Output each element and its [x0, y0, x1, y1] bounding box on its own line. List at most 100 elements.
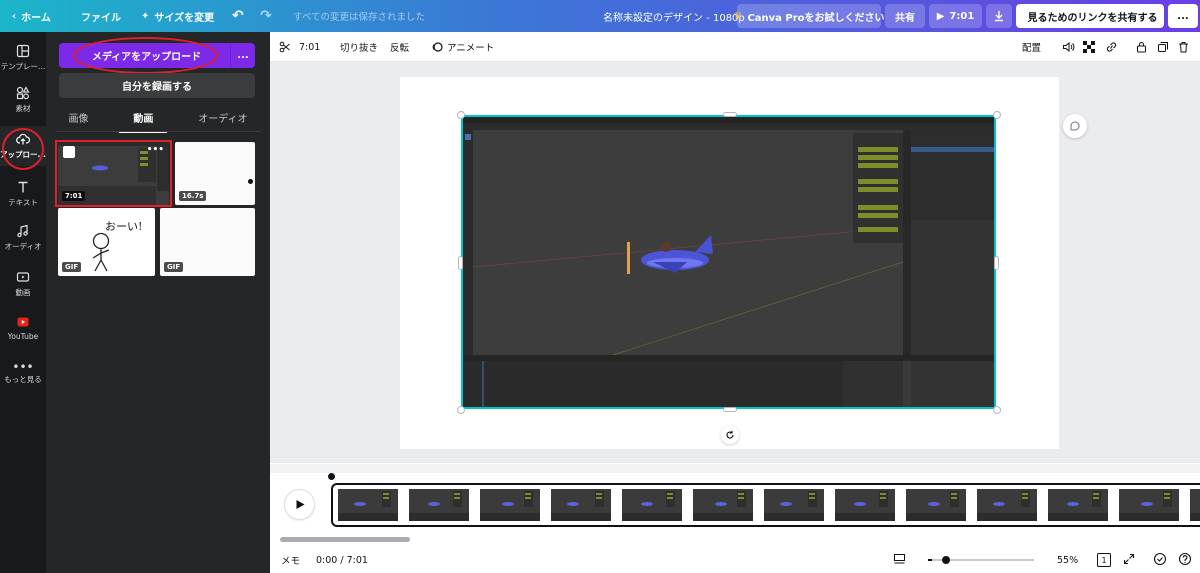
- layout-icon: [16, 44, 30, 58]
- page-count-button[interactable]: 1: [1097, 553, 1111, 567]
- canva-pro-trial-button[interactable]: ♛ Canva Proをお試しください: [733, 4, 885, 28]
- resize-handle[interactable]: [458, 256, 463, 270]
- text-icon: [18, 181, 28, 193]
- video-element[interactable]: [461, 115, 996, 409]
- position-button[interactable]: 配置: [1022, 32, 1041, 62]
- playback-time: 0:00 / 7:01: [316, 554, 368, 566]
- crown-icon: ♛: [733, 10, 743, 22]
- rotate-button[interactable]: [721, 426, 739, 444]
- flip-button[interactable]: 反転: [390, 32, 409, 62]
- playhead-marker[interactable]: [328, 473, 335, 480]
- home-label: ホーム: [21, 12, 51, 24]
- save-status: すべての変更は保存されました: [293, 12, 425, 23]
- trash-icon: [1179, 42, 1188, 53]
- zoom-slider[interactable]: [932, 556, 1034, 564]
- undo-button[interactable]: ↶: [224, 0, 252, 32]
- tab-videos[interactable]: 動画: [119, 105, 168, 133]
- sidebar-item-text[interactable]: テキスト: [0, 174, 46, 214]
- sidebar-item-youtube[interactable]: YouTube: [0, 308, 46, 348]
- timeline: [270, 462, 1200, 547]
- comment-button[interactable]: [1063, 114, 1087, 138]
- trim-button[interactable]: 7:01: [279, 32, 320, 62]
- timeline-toggle-icon: [894, 553, 905, 563]
- speaker-icon: [1063, 41, 1075, 53]
- video-clip-strip[interactable]: [331, 483, 1200, 527]
- resize-button[interactable]: ✦ サイズを変更: [133, 0, 222, 32]
- resize-handle[interactable]: [723, 407, 737, 412]
- help-button[interactable]: [1178, 552, 1192, 569]
- media-tabs: 画像 動画 オーディオ: [46, 105, 270, 133]
- gif-thumbnail[interactable]: おーい! GIF: [58, 208, 155, 276]
- check-button[interactable]: [1153, 552, 1167, 569]
- timeline-frame: [1190, 489, 1200, 521]
- resize-handle[interactable]: [993, 406, 1001, 414]
- uploads-panel: メディアをアップロード ... 自分を録画する 画像 動画 オーディオ ••• …: [46, 32, 270, 573]
- fullscreen-button[interactable]: [1123, 553, 1135, 568]
- sidebar-item-video[interactable]: 動画: [0, 264, 46, 304]
- scissors-icon: [279, 41, 290, 53]
- timeline-scrollbar[interactable]: [280, 537, 410, 542]
- zoom-slider-thumb[interactable]: [942, 556, 951, 564]
- transparency-button[interactable]: [1083, 32, 1095, 62]
- rotate-icon: [726, 431, 734, 439]
- link-icon: [1106, 42, 1117, 52]
- annotation-rect: [55, 140, 172, 207]
- resize-handle[interactable]: [457, 111, 465, 119]
- timeline-frame: [622, 489, 682, 521]
- link-button[interactable]: [1105, 32, 1118, 62]
- resize-handle[interactable]: [457, 406, 465, 414]
- sidebar-item-elements[interactable]: 素材: [0, 80, 46, 120]
- animate-button[interactable]: アニメート: [431, 32, 494, 62]
- canvas-area: [270, 62, 1200, 462]
- hide-timeline-button[interactable]: [893, 553, 906, 568]
- timeline-frame: [977, 489, 1037, 521]
- more-options-button[interactable]: ...: [1168, 4, 1198, 28]
- delete-button[interactable]: [1178, 32, 1189, 62]
- timeline-frame: [764, 489, 824, 521]
- design-title[interactable]: 名称未設定のデザイン - 1080p: [595, 0, 753, 32]
- timeline-frame: [906, 489, 966, 521]
- tab-audio[interactable]: オーディオ: [192, 105, 253, 131]
- chevron-left-icon: ‹: [12, 10, 17, 22]
- play-preview-button[interactable]: ▶ 7:01: [929, 4, 982, 28]
- video-thumbnail[interactable]: 16.7s: [175, 142, 255, 205]
- tabs-divider: [56, 131, 261, 132]
- resize-handle[interactable]: [994, 256, 999, 270]
- play-icon: ▶: [936, 10, 945, 22]
- lock-icon: [1137, 42, 1146, 53]
- sparkle-icon: ✦: [141, 10, 150, 22]
- video-icon: [16, 272, 30, 282]
- crop-button[interactable]: 切り抜き: [340, 32, 378, 62]
- home-button[interactable]: ‹ ホーム: [4, 0, 59, 32]
- resize-handle[interactable]: [723, 112, 737, 117]
- share-view-link-button[interactable]: 見るためのリンクを共有する: [1016, 4, 1164, 28]
- volume-button[interactable]: [1062, 32, 1075, 62]
- bottom-bar: メモ 0:00 / 7:01 55% 1: [270, 547, 1200, 573]
- file-menu[interactable]: ファイル: [73, 0, 129, 32]
- speech-text: おーい!: [105, 220, 143, 233]
- zoom-level[interactable]: 55%: [1057, 555, 1078, 566]
- sidebar-item-templates[interactable]: テンプレー...: [0, 38, 46, 78]
- timeline-frame: [480, 489, 540, 521]
- record-yourself-button[interactable]: 自分を録画する: [59, 73, 255, 98]
- gif-thumbnail[interactable]: GIF: [160, 208, 255, 276]
- redo-button[interactable]: ↷: [252, 0, 280, 32]
- resize-handle[interactable]: [993, 111, 1001, 119]
- annotation-circle: [2, 128, 44, 170]
- animate-icon: [432, 42, 443, 52]
- check-circle-icon: [1153, 552, 1167, 565]
- sidebar-item-audio[interactable]: オーディオ: [0, 218, 46, 258]
- timeline-frame: [551, 489, 611, 521]
- lock-button[interactable]: [1136, 32, 1147, 62]
- left-sidebar: テンプレー... 素材 アップロー... テキスト オーディオ 動画 YouTu…: [0, 32, 46, 573]
- share-button[interactable]: 共有: [885, 4, 925, 28]
- sidebar-item-more[interactable]: ••• もっと見る: [0, 354, 46, 394]
- timeline-frame: [1119, 489, 1179, 521]
- notes-button[interactable]: メモ: [281, 553, 300, 567]
- upload-more-button[interactable]: ...: [230, 43, 255, 68]
- tab-images[interactable]: 画像: [62, 105, 94, 131]
- copy-icon: [1158, 42, 1168, 52]
- duplicate-button[interactable]: [1157, 32, 1169, 62]
- download-button[interactable]: [986, 4, 1012, 28]
- play-button[interactable]: [285, 490, 314, 519]
